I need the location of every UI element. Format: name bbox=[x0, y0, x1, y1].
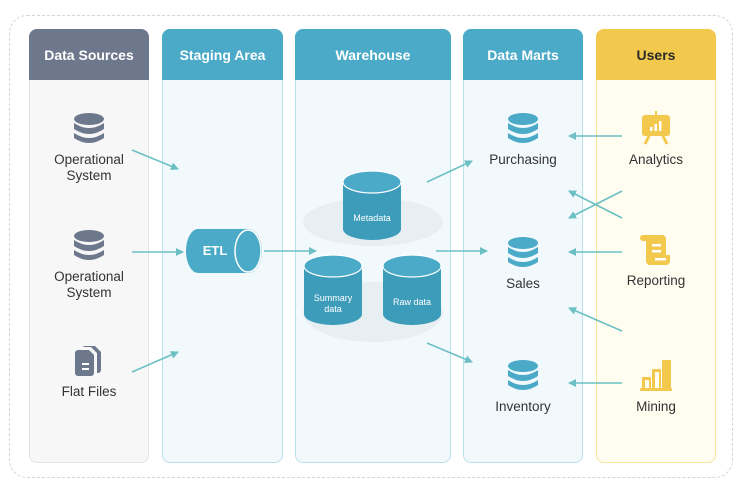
column-header: Users bbox=[596, 29, 716, 80]
database-icon bbox=[74, 230, 104, 260]
column-header: Warehouse bbox=[295, 29, 451, 80]
node-label: Operational System bbox=[54, 269, 124, 300]
user-analytics: Analytics bbox=[606, 110, 706, 168]
files-icon bbox=[75, 346, 101, 376]
source-flat-files: Flat Files bbox=[39, 344, 139, 400]
scroll-icon bbox=[640, 235, 670, 265]
user-reporting: Reporting bbox=[606, 233, 706, 289]
raw-data-label: Raw data bbox=[392, 297, 432, 307]
database-icon bbox=[508, 237, 538, 267]
node-label: Sales bbox=[506, 276, 540, 291]
database-icon bbox=[508, 360, 538, 390]
column-warehouse: Warehouse bbox=[295, 29, 451, 463]
mart-purchasing: Purchasing bbox=[473, 112, 573, 168]
etl-label: ETL bbox=[202, 243, 228, 258]
mart-sales: Sales bbox=[473, 236, 573, 292]
node-label: Reporting bbox=[626, 273, 686, 288]
database-icon bbox=[508, 113, 538, 143]
source-operational-system-1: Operational System bbox=[39, 112, 139, 184]
node-label: Inventory bbox=[495, 399, 551, 414]
metadata-label: Metadata bbox=[353, 213, 391, 223]
node-label: Mining bbox=[636, 399, 676, 414]
bar-chart-icon bbox=[640, 360, 672, 391]
node-label: Operational System bbox=[54, 152, 124, 183]
column-header: Data Marts bbox=[463, 29, 583, 80]
summary-data-label: Summary data bbox=[313, 293, 353, 314]
database-icon bbox=[74, 113, 104, 143]
node-label: Analytics bbox=[628, 152, 684, 167]
mart-inventory: Inventory bbox=[473, 359, 573, 415]
node-label: Flat Files bbox=[61, 384, 117, 399]
source-operational-system-2: Operational System bbox=[39, 229, 139, 301]
column-header: Staging Area bbox=[162, 29, 283, 80]
user-mining: Mining bbox=[606, 357, 706, 415]
column-header: Data Sources bbox=[29, 29, 149, 80]
node-label: Purchasing bbox=[489, 152, 557, 167]
presentation-chart-icon bbox=[642, 111, 670, 145]
